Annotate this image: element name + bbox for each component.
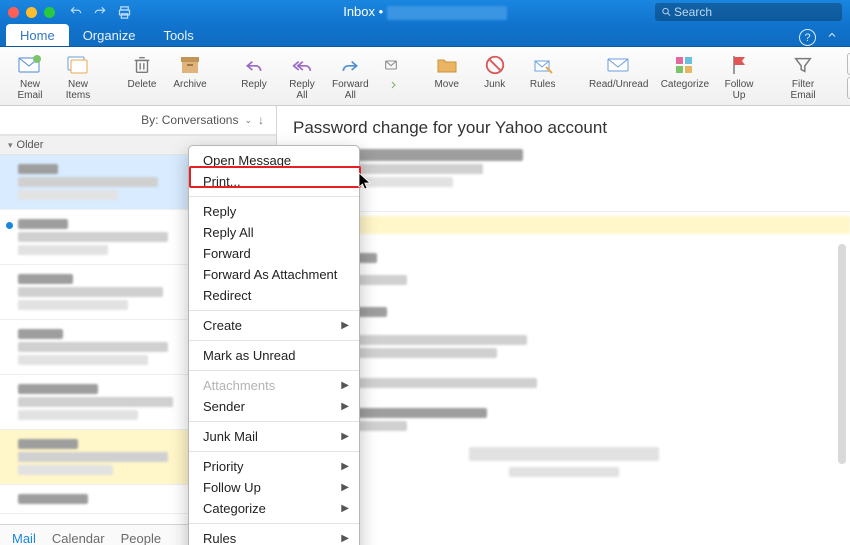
ctx-mark-unread[interactable]: Mark as Unread <box>189 345 359 366</box>
older-label: Older <box>17 139 44 151</box>
submenu-arrow-icon: ▶ <box>341 479 349 496</box>
ctx-create[interactable]: Create▶ <box>189 315 359 336</box>
message-body <box>277 234 850 545</box>
submenu-arrow-icon: ▶ <box>341 377 349 394</box>
tab-organize[interactable]: Organize <box>69 24 150 46</box>
submenu-arrow-icon: ▶ <box>341 458 349 475</box>
move-button[interactable]: Move <box>423 49 471 103</box>
collapse-ribbon-icon[interactable] <box>826 29 838 46</box>
tab-tools[interactable]: Tools <box>149 24 207 46</box>
search-icon <box>661 6 672 18</box>
ctx-junk-mail[interactable]: Junk Mail▶ <box>189 426 359 447</box>
new-items-label: New Items <box>66 79 90 101</box>
read-unread-button[interactable]: Read/Unread <box>583 49 655 103</box>
filter-email-button[interactable]: Filter Email <box>779 49 827 103</box>
attachment-small-button[interactable] <box>375 49 407 103</box>
follow-up-button[interactable]: Follow Up <box>715 49 763 103</box>
rules-label: Rules <box>530 79 556 90</box>
ctx-rules[interactable]: Rules▶ <box>189 528 359 545</box>
forward-button[interactable]: Forward All <box>326 49 375 103</box>
window-zoom-button[interactable] <box>44 7 55 18</box>
ctx-redirect[interactable]: Redirect <box>189 285 359 306</box>
title-account-redacted <box>387 6 507 20</box>
new-email-button[interactable]: New Email <box>6 49 54 103</box>
ctx-reply-all[interactable]: Reply All <box>189 222 359 243</box>
archive-button[interactable]: Archive <box>166 49 214 103</box>
ctx-forward-attachment[interactable]: Forward As Attachment <box>189 264 359 285</box>
rules-button[interactable]: Rules <box>519 49 567 103</box>
message-header-block <box>277 146 850 212</box>
redo-icon[interactable] <box>93 5 107 20</box>
ctx-sender[interactable]: Sender▶ <box>189 396 359 417</box>
window-minimize-button[interactable] <box>26 7 37 18</box>
delete-button[interactable]: Delete <box>118 49 166 103</box>
submenu-arrow-icon: ▶ <box>341 500 349 517</box>
delete-label: Delete <box>128 79 157 90</box>
message-subject: Password change for your Yahoo account <box>277 106 850 146</box>
new-items-button[interactable]: New Items <box>54 49 102 103</box>
ctx-follow-up[interactable]: Follow Up▶ <box>189 477 359 498</box>
junk-label: Junk <box>484 79 505 90</box>
sort-direction-icon[interactable]: ↓ <box>258 113 264 127</box>
ctx-categorize[interactable]: Categorize▶ <box>189 498 359 519</box>
context-menu: Open Message Print... Reply Reply All Fo… <box>188 145 360 545</box>
unread-dot-icon <box>6 222 13 229</box>
ctx-reply[interactable]: Reply <box>189 201 359 222</box>
disclosure-triangle-icon: ▾ <box>8 140 13 151</box>
filter-email-label: Filter Email <box>791 79 816 101</box>
undo-icon[interactable] <box>69 5 83 20</box>
junk-button[interactable]: Junk <box>471 49 519 103</box>
reply-label: Reply <box>241 79 267 90</box>
ctx-forward[interactable]: Forward <box>189 243 359 264</box>
nav-mail[interactable]: Mail <box>12 531 36 545</box>
read-unread-label: Read/Unread <box>589 79 648 90</box>
follow-up-label: Follow Up <box>725 79 754 101</box>
window-titlebar: Inbox • <box>0 0 850 24</box>
traffic-lights <box>8 7 55 18</box>
new-email-label: New Email <box>17 79 42 101</box>
search-input[interactable] <box>672 4 836 20</box>
forward-label: Forward All <box>332 79 369 101</box>
submenu-arrow-icon: ▶ <box>341 530 349 545</box>
ctx-print[interactable]: Print... <box>189 171 359 192</box>
scrollbar[interactable] <box>838 244 846 464</box>
quick-access-icons <box>69 5 132 20</box>
reading-pane: Password change for your Yahoo account <box>277 106 850 545</box>
help-icon[interactable]: ? <box>799 29 816 46</box>
window-close-button[interactable] <box>8 7 19 18</box>
submenu-arrow-icon: ▶ <box>341 428 349 445</box>
categorize-button[interactable]: Categorize <box>655 49 715 103</box>
print-icon[interactable] <box>117 5 132 20</box>
reply-all-button[interactable]: Reply All <box>278 49 326 103</box>
nav-people[interactable]: People <box>121 531 161 545</box>
list-sort-header[interactable]: By: Conversations ⌄ ↓ <box>0 106 276 135</box>
categorize-label: Categorize <box>661 79 709 90</box>
ribbon-tabs: Home Organize Tools ? <box>0 24 850 47</box>
main-area: By: Conversations ⌄ ↓ ▾ Older <box>0 106 850 545</box>
title-prefix: Inbox • <box>343 4 383 19</box>
reply-all-label: Reply All <box>289 79 315 101</box>
submenu-arrow-icon: ▶ <box>341 398 349 415</box>
archive-label: Archive <box>173 79 206 90</box>
reply-button[interactable]: Reply <box>230 49 278 103</box>
submenu-arrow-icon: ▶ <box>341 317 349 334</box>
ribbon: New Email New Items Delete Archive Reply… <box>0 47 850 106</box>
move-label: Move <box>434 79 458 90</box>
ctx-attachments: Attachments▶ <box>189 375 359 396</box>
chevron-down-icon: ⌄ <box>244 115 252 126</box>
sort-label: By: Conversations <box>141 113 238 127</box>
search-field-wrap[interactable] <box>655 3 842 21</box>
ctx-open-message[interactable]: Open Message <box>189 150 359 171</box>
ctx-priority[interactable]: Priority▶ <box>189 456 359 477</box>
nav-calendar[interactable]: Calendar <box>52 531 105 545</box>
tab-home[interactable]: Home <box>6 24 69 46</box>
info-bar[interactable] <box>277 216 850 234</box>
